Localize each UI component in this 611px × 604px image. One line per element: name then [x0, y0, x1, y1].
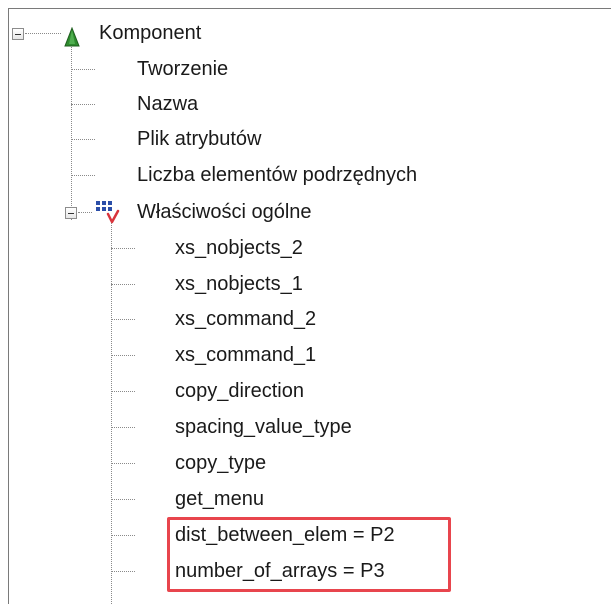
- tree-connector: [25, 33, 61, 34]
- tree-connector: [71, 104, 95, 105]
- collapse-toggle-komponent[interactable]: [12, 28, 24, 40]
- tree-node-copy-direction[interactable]: copy_direction: [9, 373, 609, 409]
- tree-connector: [111, 535, 135, 536]
- tree-connector: [111, 463, 135, 464]
- tree-node-label: Właściwości ogólne: [137, 201, 312, 223]
- collapse-toggle-wlasciwosci[interactable]: [65, 207, 77, 219]
- tree-connector: [78, 212, 92, 213]
- tree-connector: [71, 139, 95, 140]
- tree-node-label: Komponent: [99, 22, 202, 44]
- tree-node-get-menu[interactable]: get_menu: [9, 481, 609, 517]
- tree-connector: [111, 319, 135, 320]
- tree-node-tworzenie[interactable]: Tworzenie: [9, 51, 609, 87]
- tree-node-plik-atrybutow[interactable]: Plik atrybutów: [9, 121, 609, 157]
- tree-connector: [111, 248, 135, 249]
- tree-node-nazwa[interactable]: Nazwa: [9, 86, 609, 122]
- tree-node-label: get_menu: [175, 488, 264, 510]
- tree-node-liczba-elementow[interactable]: Liczba elementów podrzędnych: [9, 157, 609, 193]
- tree-node-label: Nazwa: [137, 93, 199, 115]
- tree-node-copy-type[interactable]: copy_type: [9, 445, 609, 481]
- highlight-box: [167, 517, 451, 592]
- tree-connector: [111, 427, 135, 428]
- tree-node-xs-command-2[interactable]: xs_command_2: [9, 301, 609, 337]
- green-cone-icon: [63, 23, 81, 47]
- tree-connector: [111, 571, 135, 572]
- tree-node-label: copy_direction: [175, 380, 304, 402]
- properties-grid-icon: [93, 198, 121, 226]
- tree-node-label: Tworzenie: [137, 58, 229, 80]
- tree-node-label: Liczba elementów podrzędnych: [137, 164, 418, 186]
- tree-connector: [111, 355, 135, 356]
- tree-node-xs-nobjects-1[interactable]: xs_nobjects_1: [9, 266, 609, 302]
- tree-node-wlasciwosci-ogolne[interactable]: Właściwości ogólne: [9, 194, 609, 230]
- tree-node-label: xs_nobjects_2: [175, 237, 303, 259]
- tree-connector: [111, 391, 135, 392]
- tree-node-label: Plik atrybutów: [137, 128, 262, 150]
- tree-node-label: spacing_value_type: [175, 416, 352, 438]
- tree-node-spacing-value-type[interactable]: spacing_value_type: [9, 409, 609, 445]
- tree-connector: [71, 69, 95, 70]
- tree-panel: Komponent Tworzenie Nazwa Plik atrybutów…: [8, 8, 611, 604]
- tree-connector: [111, 284, 135, 285]
- tree-node-label: xs_command_1: [175, 344, 317, 366]
- tree-node-xs-command-1[interactable]: xs_command_1: [9, 337, 609, 373]
- tree-node-xs-nobjects-2[interactable]: xs_nobjects_2: [9, 230, 609, 266]
- tree-node-label: xs_command_2: [175, 308, 317, 330]
- tree-connector: [111, 499, 135, 500]
- tree-node-komponent[interactable]: Komponent: [9, 15, 609, 51]
- tree-connector: [71, 175, 95, 176]
- tree-node-label: xs_nobjects_1: [175, 273, 303, 295]
- tree-node-label: copy_type: [175, 452, 267, 474]
